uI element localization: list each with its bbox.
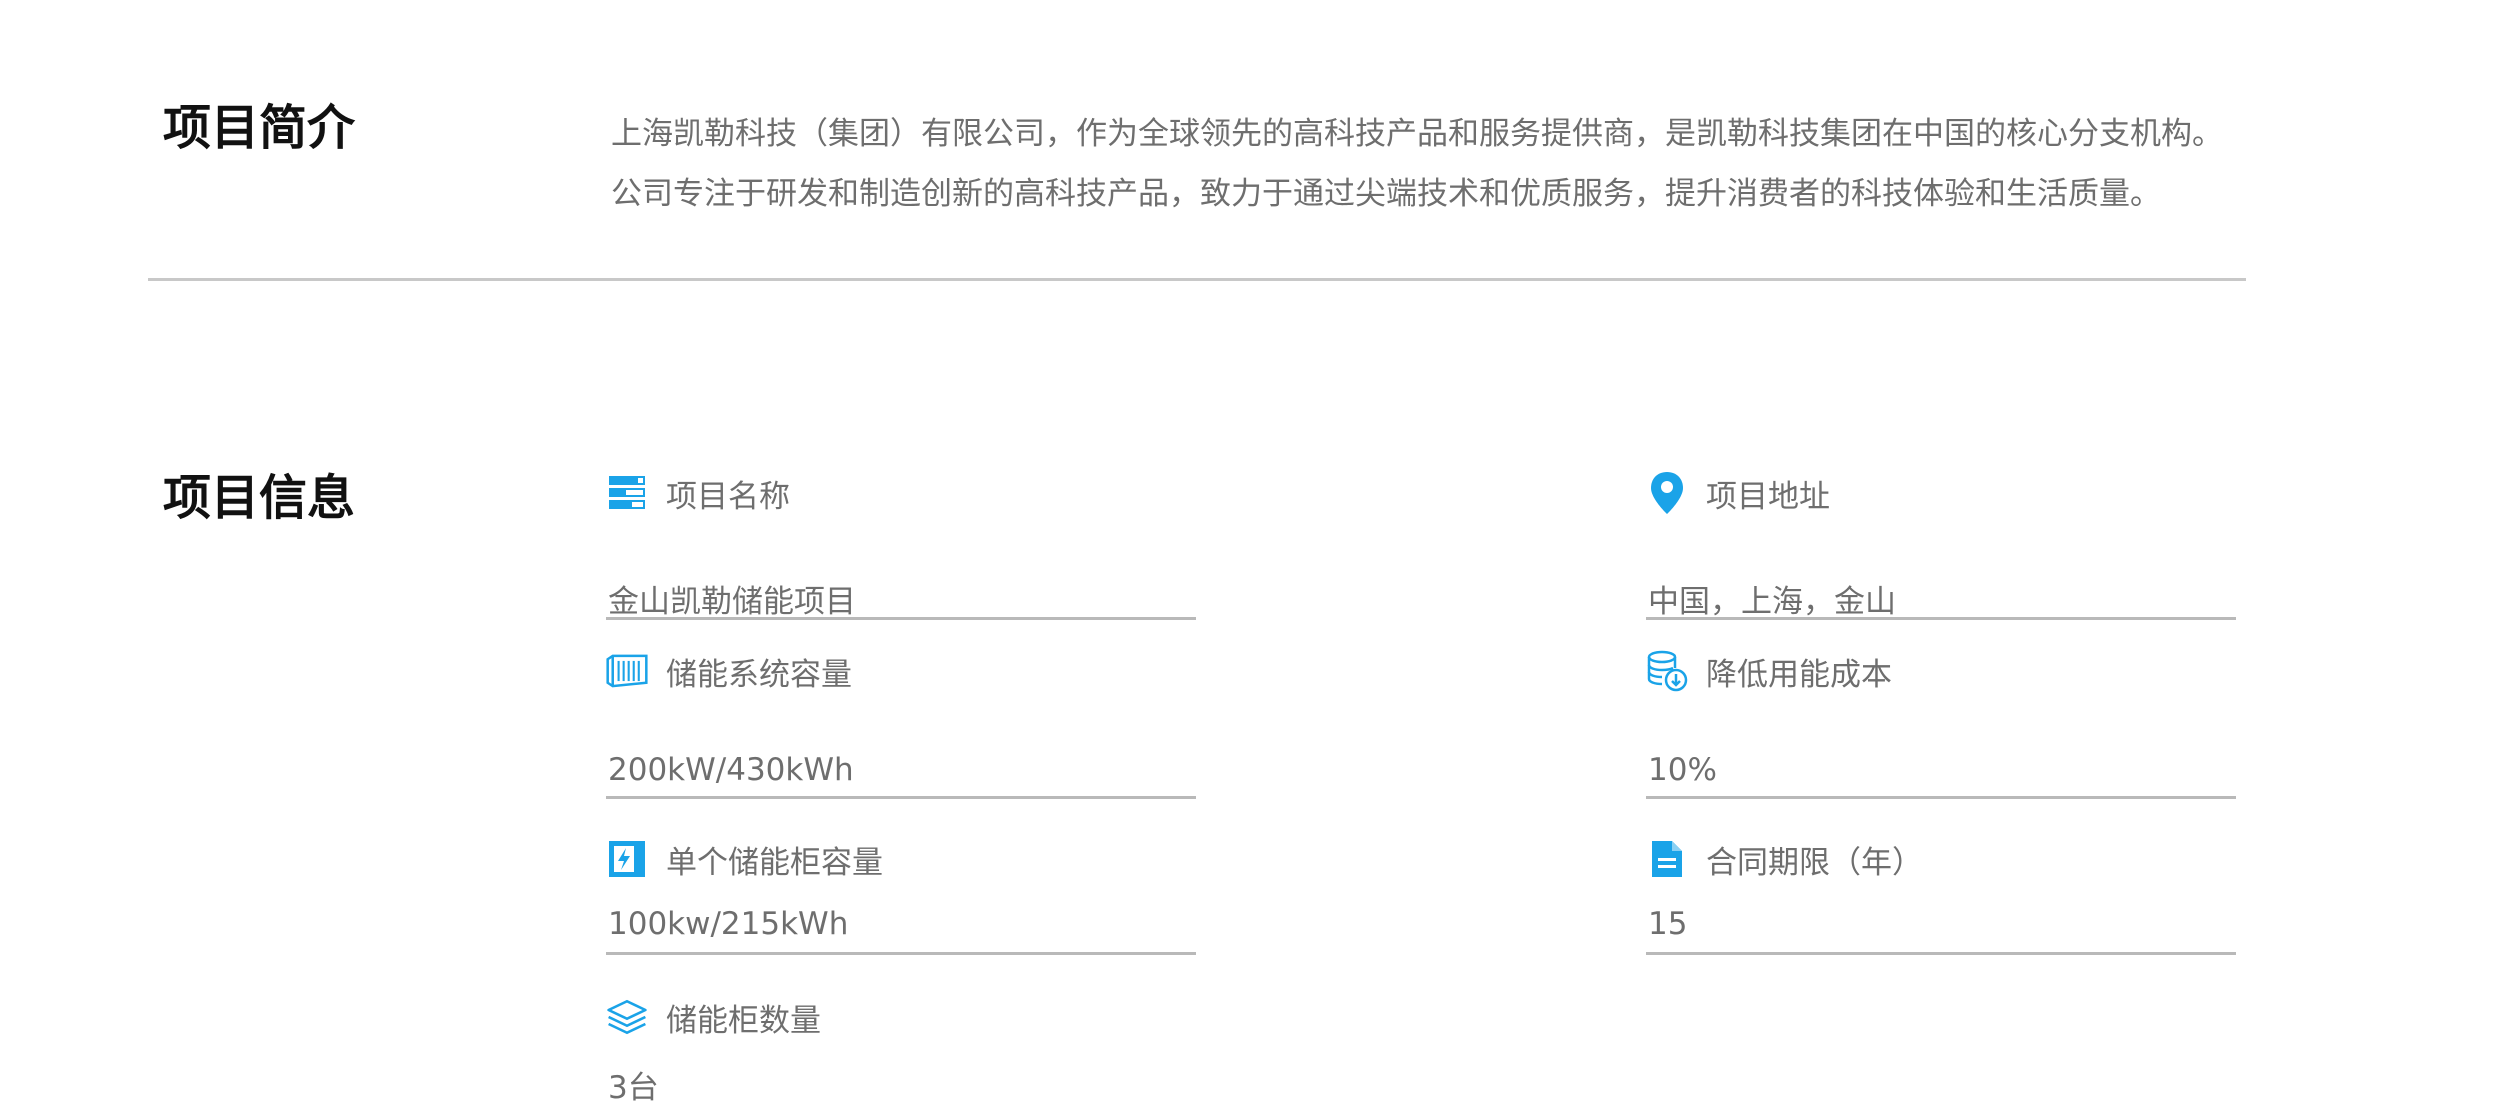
intro-description: 上海凯勒科技（集团）有限公司，作为全球领先的高科技产品和服务提供商，是凯勒科技集… [611,104,2311,224]
info-section-title: 项目信息 [163,470,356,526]
field-cabinet-count: 储能柜数量 3台 [606,994,1196,1106]
field-value: 100kw/215kWh [608,906,849,942]
section-divider [148,278,2246,281]
field-cabinet-capacity: 单个储能柜容量 100kw/215kWh [606,836,1196,955]
intro-line-2: 公司专注于研发和制造创新的高科技产品，致力于通过尖端技术和优质服务，提升消费者的… [611,176,2161,212]
intro-line-1: 上海凯勒科技（集团）有限公司，作为全球领先的高科技产品和服务提供商，是凯勒科技集… [611,116,2223,152]
field-contract-term: 合同期限（年） 15 [1646,836,2236,955]
field-label: 储能系统容量 [666,656,852,693]
field-underline [1646,617,2236,620]
field-cost-reduction: 降低用能成本 10% [1646,648,2236,799]
field-underline [1646,796,2236,799]
field-underline [606,952,1196,955]
field-label: 储能柜数量 [666,1002,821,1039]
field-value: 金山凯勒储能项目 [608,584,856,620]
document-icon [1646,838,1688,880]
list-icon [606,472,648,514]
field-value: 15 [1648,906,1688,942]
field-label: 项目地址 [1706,478,1830,515]
field-label: 降低用能成本 [1706,656,1892,693]
database-download-icon [1646,650,1688,692]
lightning-box-icon [606,838,648,880]
field-project-address: 项目地址 中国，上海，金山 [1646,470,2236,620]
container-icon [606,650,648,692]
field-underline [606,796,1196,799]
field-storage-capacity: 储能系统容量 200kW/430kWh [606,648,1196,799]
field-label: 单个储能柜容量 [666,844,883,881]
field-label: 合同期限（年） [1706,844,1923,881]
field-project-name: 项目名称 金山凯勒储能项目 [606,470,1196,620]
field-value: 中国，上海，金山 [1648,584,1896,620]
field-underline [606,617,1196,620]
field-label: 项目名称 [666,478,790,515]
field-value: 200kW/430kWh [608,752,854,788]
location-pin-icon [1646,472,1688,514]
field-underline [1646,952,2236,955]
layers-icon [606,996,648,1038]
field-value: 10% [1648,752,1717,788]
intro-section-title: 项目简介 [163,100,356,156]
field-value: 3台 [608,1070,659,1106]
